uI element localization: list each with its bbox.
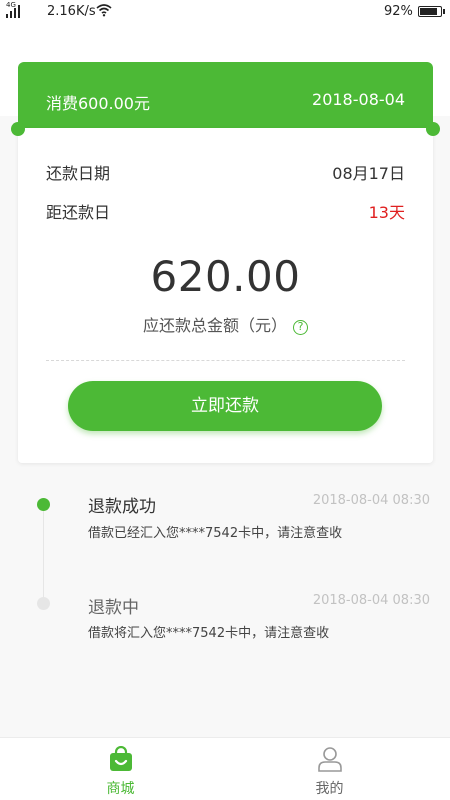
due-date-label: 还款日期	[46, 164, 111, 183]
tab-mall[interactable]: 商城	[8, 738, 233, 800]
timeline-dot-active	[37, 498, 50, 511]
shopping-bag-icon	[110, 746, 132, 771]
timeline-time: 2018-08-04 08:30	[312, 593, 430, 608]
timeline-desc: 借款已经汇入您****7542卡中，请注意查收	[88, 526, 343, 541]
timeline-time: 2018-08-04 08:30	[312, 493, 430, 508]
amount-label-text: 应还款总金额（元）	[142, 316, 287, 335]
consumption-amount: 消费600.00元	[46, 94, 150, 113]
signal-icon: 4G	[6, 2, 22, 18]
battery-percent: 92%	[384, 4, 413, 19]
network-speed: 2.16K/s	[47, 4, 96, 19]
timeline-dot-inactive	[37, 597, 50, 610]
tab-mall-label: 商城	[106, 781, 135, 797]
consumption-date: 2018-08-04	[312, 90, 405, 109]
days-left-value: 13天	[368, 203, 405, 222]
timeline-title: 退款成功	[88, 497, 156, 517]
timeline-desc: 借款将汇入您****7542卡中，请注意查收	[88, 626, 330, 641]
dashed-divider	[46, 360, 405, 361]
timeline-connector	[43, 504, 44, 604]
wifi-icon	[96, 4, 112, 17]
consumption-header: 消费600.00元 2018-08-04	[18, 62, 433, 134]
timeline-title: 退款中	[88, 598, 139, 618]
ticket-notch-right	[426, 122, 440, 136]
repayment-amount: 620.00	[150, 252, 301, 301]
user-icon	[318, 747, 342, 772]
days-left-row: 距还款日 13天	[46, 199, 405, 223]
repay-now-button[interactable]: 立即还款	[68, 381, 382, 431]
due-date-row: 还款日期 08月17日	[46, 160, 405, 184]
tab-me-label: 我的	[315, 781, 344, 797]
due-date-value: 08月17日	[332, 164, 405, 183]
repayment-amount-caption: 应还款总金额（元）?	[18, 312, 433, 336]
bottom-tab-bar: 商城 我的	[0, 737, 450, 800]
status-bar: 4G 2.16K/s 92%	[0, 0, 450, 26]
days-left-label: 距还款日	[46, 203, 111, 222]
tab-me[interactable]: 我的	[217, 738, 442, 800]
help-icon[interactable]: ?	[293, 320, 308, 335]
battery-icon	[418, 6, 445, 17]
repayment-card: 还款日期 08月17日 距还款日 13天 620.00 应还款总金额（元）? 立…	[11, 122, 440, 463]
ticket-notch-left	[11, 122, 25, 136]
